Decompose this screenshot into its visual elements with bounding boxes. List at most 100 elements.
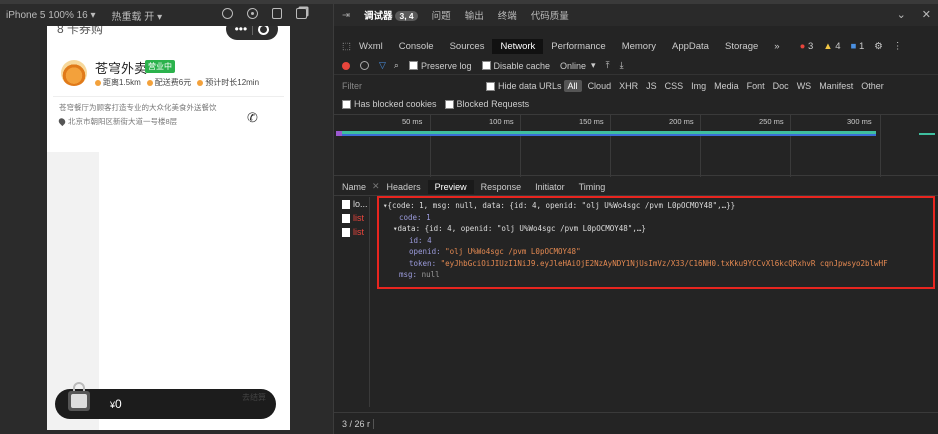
inspect-element-icon[interactable]: ⬚ xyxy=(342,41,351,52)
tab-issues[interactable]: 问题 xyxy=(432,8,451,22)
tab-headers[interactable]: Headers xyxy=(380,180,428,194)
type-doc[interactable]: Doc xyxy=(773,81,789,91)
tab-network[interactable]: Network xyxy=(492,38,544,54)
mini-program-capsule[interactable]: ••• xyxy=(226,26,278,40)
info-count: ■ 1 xyxy=(851,41,865,52)
type-js[interactable]: JS xyxy=(646,81,657,91)
issue-counters[interactable]: ● 3 ▲ 4 ■ 1 ⚙ ⋮ xyxy=(800,41,903,52)
blocked-requests-box[interactable] xyxy=(444,99,454,109)
shop-description: 苍穹餐厅为顾客打造专业的大众化美食外送餐饮 xyxy=(59,103,217,112)
tick-label: 100 ms xyxy=(489,117,514,126)
tab-memory[interactable]: Memory xyxy=(614,39,664,54)
type-xhr[interactable]: XHR xyxy=(619,81,638,91)
record-network-icon[interactable] xyxy=(342,61,350,70)
settings-gear-icon[interactable]: ⚙ xyxy=(874,41,883,52)
status-badge: 营业中 xyxy=(145,60,175,73)
devtools-panel: ⇥ 调试器 3, 4 问题 输出 终端 代码质量 ⌄ ✕ ⬚ Wxml Conso… xyxy=(333,4,938,434)
phone-frame-icon[interactable] xyxy=(272,8,282,19)
import-har-icon[interactable]: ⤒ xyxy=(606,60,610,71)
phone-header: 8 卡券购 ••• xyxy=(47,26,290,44)
close-miniprogram-icon[interactable] xyxy=(258,26,270,35)
code-value: 1 xyxy=(426,212,431,222)
type-css[interactable]: CSS xyxy=(665,81,684,91)
tab-response[interactable]: Response xyxy=(474,180,529,194)
type-img[interactable]: Img xyxy=(691,81,706,91)
hot-reload-toggle[interactable]: 热重载 开 ▾ xyxy=(112,8,163,23)
detach-window-icon[interactable] xyxy=(296,8,307,19)
timeline-bar xyxy=(336,131,342,136)
cart-bar[interactable]: ¥0 去结算 xyxy=(55,382,276,419)
export-har-icon[interactable]: ⤓ xyxy=(620,60,624,71)
type-ws[interactable]: WS xyxy=(797,81,812,91)
tab-initiator[interactable]: Initiator xyxy=(528,180,572,194)
network-timeline[interactable]: 50 ms 100 ms 150 ms 200 ms 250 ms 300 ms xyxy=(334,114,938,177)
preserve-log-box[interactable] xyxy=(408,61,418,70)
eta-metric: 预计时长12min xyxy=(197,77,259,88)
preview-data-line[interactable]: ▾data: {id: 4, openid: "olj U%Wo4sgc /pv… xyxy=(383,223,929,235)
target-icon[interactable] xyxy=(247,8,258,19)
tick-line xyxy=(520,115,521,177)
preview-msg-line: msg: null xyxy=(383,269,929,281)
type-manifest[interactable]: Manifest xyxy=(819,81,853,91)
close-details-icon[interactable]: ✕ xyxy=(372,181,380,192)
tab-terminal[interactable]: 终端 xyxy=(498,8,517,22)
clear-icon[interactable] xyxy=(360,61,369,70)
more-tabs-button[interactable]: » xyxy=(766,39,787,54)
call-phone-icon[interactable]: ✆ xyxy=(247,110,258,126)
preview-summary[interactable]: ▾{code: 1, msg: null, data: {id: 4, open… xyxy=(383,200,929,212)
info-count-value: 1 xyxy=(858,40,865,52)
checkout-button[interactable]: 去结算 xyxy=(242,392,266,403)
expand-icon[interactable]: ⇥ xyxy=(342,10,350,21)
type-cloud[interactable]: Cloud xyxy=(588,81,612,91)
header-text: 8 卡券购 xyxy=(57,26,104,36)
preserve-log-checkbox[interactable]: Preserve log xyxy=(408,61,472,71)
tab-console[interactable]: Console xyxy=(391,39,442,54)
tab-output[interactable]: 输出 xyxy=(465,8,484,22)
request-row[interactable]: lo... xyxy=(334,197,369,211)
hide-data-urls-box[interactable] xyxy=(486,81,495,91)
tab-performance[interactable]: Performance xyxy=(543,39,613,54)
shop-address: 北京市朝阳区新街大道一号楼8层 xyxy=(57,116,177,127)
type-all-button[interactable]: All xyxy=(563,80,582,92)
shop-name: 苍穹外卖 xyxy=(95,61,148,76)
tab-preview[interactable]: Preview xyxy=(427,179,474,194)
has-blocked-cookies-checkbox[interactable]: Has blocked cookies xyxy=(342,99,437,109)
close-icon[interactable]: ✕ xyxy=(922,8,931,21)
search-icon[interactable]: ⌕ xyxy=(394,60,399,71)
tab-storage[interactable]: Storage xyxy=(717,39,766,54)
name-column-header[interactable]: Name xyxy=(342,182,368,192)
tick-label: 150 ms xyxy=(579,117,604,126)
filter-icon[interactable]: ▽ xyxy=(379,60,386,71)
tab-timing[interactable]: Timing xyxy=(572,180,613,194)
kebab-menu-icon[interactable]: ⋮ xyxy=(893,41,903,52)
response-preview[interactable]: ▾{code: 1, msg: null, data: {id: 4, open… xyxy=(377,196,935,289)
distance-text: 距离1.5km xyxy=(103,78,141,87)
clock-icon xyxy=(197,79,204,86)
shopping-bag-icon[interactable] xyxy=(65,381,93,413)
disable-cache-checkbox[interactable]: Disable cache xyxy=(481,60,551,71)
more-icon[interactable]: ••• xyxy=(235,26,248,36)
type-other[interactable]: Other xyxy=(861,81,884,91)
tab-code-quality[interactable]: 代码质量 xyxy=(531,8,569,22)
hide-data-urls-checkbox[interactable]: Hide data URLs xyxy=(486,81,562,91)
filter-input[interactable]: Filter xyxy=(342,81,472,91)
fee-icon xyxy=(146,79,153,86)
tab-appdata[interactable]: AppData xyxy=(664,39,717,54)
type-font[interactable]: Font xyxy=(747,81,765,91)
type-media[interactable]: Media xyxy=(714,81,739,91)
device-selector[interactable]: iPhone 5 100% 16 ▾ xyxy=(6,10,96,21)
tab-sources[interactable]: Sources xyxy=(442,39,493,54)
blocked-requests-checkbox[interactable]: Blocked Requests xyxy=(444,99,529,109)
disable-cache-label: Disable cache xyxy=(493,60,551,71)
shop-metrics: 距离1.5km 配送费6元 预计时长12min xyxy=(95,77,259,88)
disable-cache-box[interactable] xyxy=(481,61,491,70)
chevron-down-icon[interactable]: ⌄ xyxy=(897,8,906,21)
record-icon[interactable] xyxy=(222,8,233,19)
has-blocked-cookies-box[interactable] xyxy=(342,99,351,109)
request-row[interactable]: list xyxy=(334,211,369,225)
tab-wxml[interactable]: Wxml xyxy=(351,39,391,54)
request-row[interactable]: list xyxy=(334,225,369,239)
throttling-select[interactable]: Online ▾ xyxy=(560,60,596,71)
warning-icon: ▲ xyxy=(823,40,833,52)
tab-debugger[interactable]: 调试器 3, 4 xyxy=(364,8,418,22)
